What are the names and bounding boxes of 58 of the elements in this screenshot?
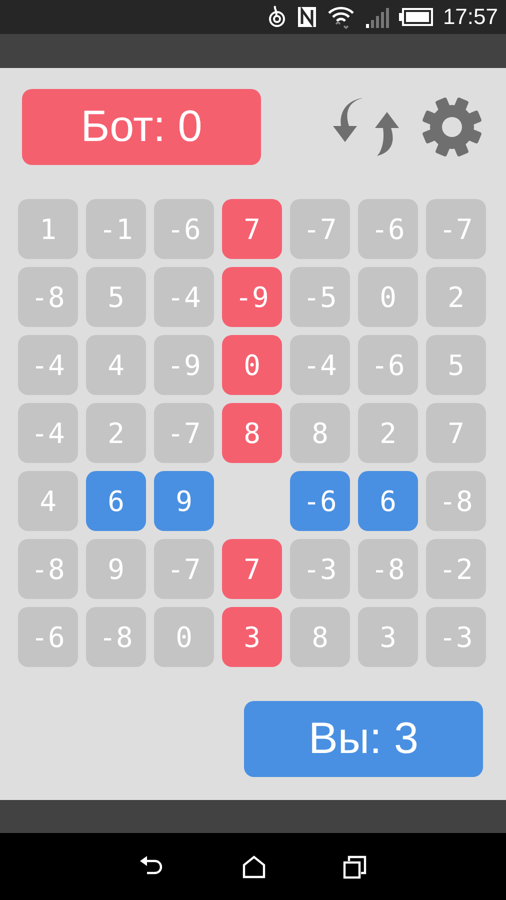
signal-icon bbox=[364, 6, 389, 28]
number-tile[interactable]: 3 bbox=[358, 607, 418, 667]
notification-icon bbox=[266, 5, 287, 29]
number-tile[interactable]: -4 bbox=[18, 403, 78, 463]
player-score: Вы: 3 bbox=[244, 701, 483, 777]
number-tile[interactable]: 0 bbox=[154, 607, 214, 667]
bot-score: Бот: 0 bbox=[22, 89, 261, 165]
number-tile[interactable]: 3 bbox=[222, 607, 282, 667]
number-tile[interactable]: 2 bbox=[426, 267, 486, 327]
number-tile[interactable]: 0 bbox=[222, 335, 282, 395]
number-tile[interactable]: 5 bbox=[426, 335, 486, 395]
number-tile[interactable]: 1 bbox=[18, 199, 78, 259]
number-tile[interactable]: -7 bbox=[154, 539, 214, 599]
number-tile[interactable]: 5 bbox=[86, 267, 146, 327]
number-tile[interactable]: 8 bbox=[290, 607, 350, 667]
recent-apps-icon[interactable] bbox=[343, 854, 368, 878]
number-tile[interactable]: -6 bbox=[154, 199, 214, 259]
number-tile[interactable]: 6 bbox=[358, 471, 418, 531]
wifi-icon bbox=[326, 4, 355, 30]
number-tile[interactable]: 4 bbox=[18, 471, 78, 531]
number-tile[interactable]: -1 bbox=[86, 199, 146, 259]
number-tile[interactable]: 9 bbox=[154, 471, 214, 531]
number-tile[interactable]: 9 bbox=[86, 539, 146, 599]
number-tile[interactable]: -7 bbox=[154, 403, 214, 463]
home-icon[interactable] bbox=[242, 854, 266, 878]
number-tile[interactable]: 0 bbox=[358, 267, 418, 327]
number-tile[interactable]: -9 bbox=[154, 335, 214, 395]
number-tile[interactable]: -3 bbox=[426, 607, 486, 667]
number-tile[interactable]: -8 bbox=[358, 539, 418, 599]
number-tile[interactable]: -4 bbox=[290, 335, 350, 395]
number-tile[interactable]: -8 bbox=[426, 471, 486, 531]
number-tile[interactable]: -8 bbox=[18, 267, 78, 327]
number-tile[interactable]: -6 bbox=[290, 471, 350, 531]
nfc-icon bbox=[296, 6, 317, 28]
number-tile[interactable]: 4 bbox=[86, 335, 146, 395]
number-tile[interactable]: -9 bbox=[222, 267, 282, 327]
clock: 17:57 bbox=[442, 4, 498, 30]
number-tile[interactable]: -7 bbox=[290, 199, 350, 259]
number-tile[interactable]: -6 bbox=[358, 199, 418, 259]
number-tile[interactable]: 7 bbox=[222, 199, 282, 259]
number-tile[interactable]: -6 bbox=[18, 607, 78, 667]
number-tile[interactable]: 8 bbox=[290, 403, 350, 463]
number-tile[interactable]: -4 bbox=[154, 267, 214, 327]
number-tile[interactable]: 2 bbox=[358, 403, 418, 463]
number-tile[interactable]: -8 bbox=[86, 607, 146, 667]
battery-icon bbox=[398, 8, 433, 26]
number-tile[interactable]: 6 bbox=[86, 471, 146, 531]
number-tile[interactable]: -8 bbox=[18, 539, 78, 599]
number-tile[interactable]: -5 bbox=[290, 267, 350, 327]
number-tile[interactable]: 7 bbox=[426, 403, 486, 463]
number-tile[interactable]: -6 bbox=[358, 335, 418, 395]
number-tile[interactable]: 7 bbox=[222, 539, 282, 599]
number-tile[interactable]: -7 bbox=[426, 199, 486, 259]
number-tile[interactable]: -3 bbox=[290, 539, 350, 599]
number-tile[interactable]: -4 bbox=[18, 335, 78, 395]
number-tile[interactable]: -2 bbox=[426, 539, 486, 599]
number-tile[interactable]: 8 bbox=[222, 403, 282, 463]
number-tile[interactable]: 2 bbox=[86, 403, 146, 463]
